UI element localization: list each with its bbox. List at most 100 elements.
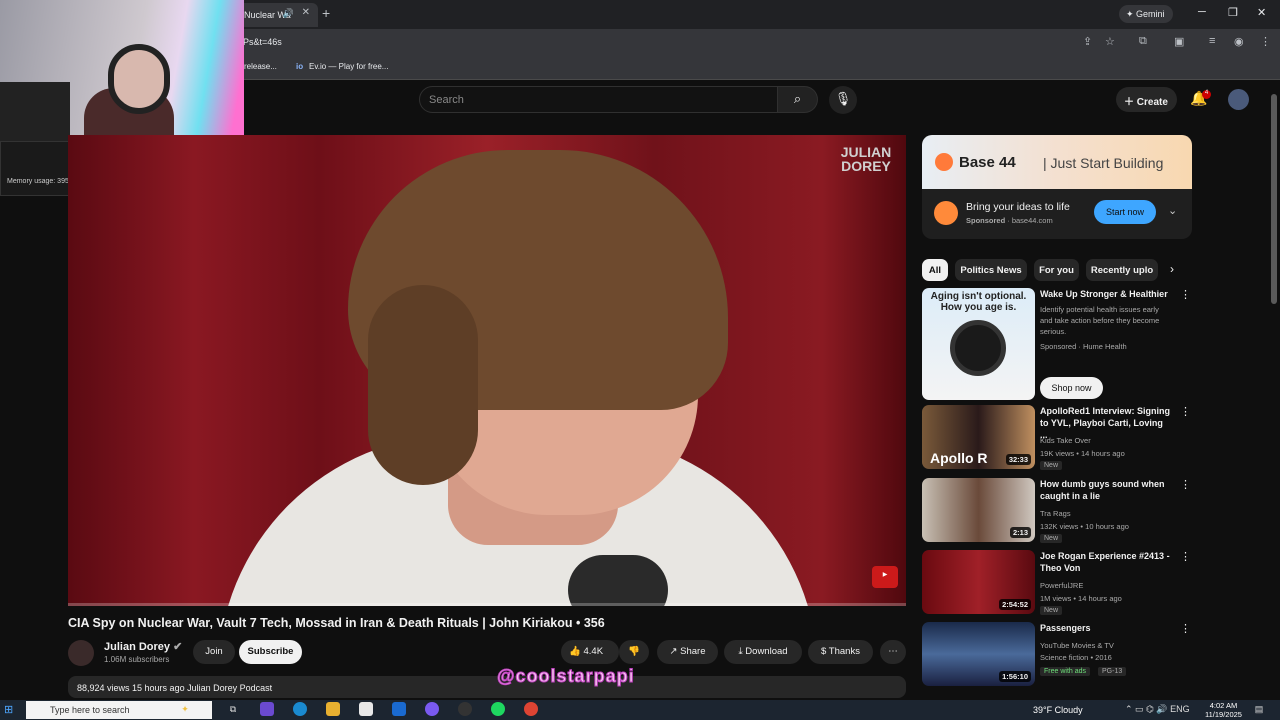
more-actions-icon[interactable]: ⋯	[880, 640, 906, 664]
verified-icon: ✔	[173, 641, 183, 653]
bookmark-item[interactable]: Ev.io — Play for free...	[309, 62, 388, 71]
outlook-icon[interactable]	[392, 702, 406, 716]
rec-thumbnail[interactable]: 2:13	[922, 478, 1035, 542]
video-player[interactable]: JULIAN DOREY ▶	[68, 135, 906, 606]
rec-item[interactable]: Apollo R 32:33 ApolloRed1 Interview: Sig…	[922, 405, 1192, 470]
minimize-icon[interactable]: ─	[1198, 6, 1206, 18]
shop-now-button[interactable]: Shop now	[1040, 377, 1103, 399]
like-button[interactable]: 👍 4.4K	[561, 640, 619, 664]
chip-recently-uploaded[interactable]: Recently uplo	[1086, 259, 1158, 281]
rec-more-icon[interactable]: ⋮	[1180, 405, 1191, 418]
chip-all[interactable]: All	[922, 259, 948, 281]
create-label: Create	[1136, 97, 1168, 108]
gemini-button[interactable]: ✦ Gemini	[1119, 5, 1173, 23]
new-badge: New	[1040, 534, 1063, 543]
obs-icon[interactable]	[458, 702, 472, 716]
channel-name-text: Julian Dorey	[104, 641, 171, 653]
notifications-icon[interactable]: ▤	[1252, 702, 1266, 716]
rec-title[interactable]: Joe Rogan Experience #2413 - Theo Von	[1040, 550, 1170, 574]
bookmark-star-icon[interactable]: ☆	[1105, 35, 1115, 48]
video-progress-bar[interactable]	[68, 603, 906, 606]
new-tab-button[interactable]: +	[322, 5, 330, 21]
rec-thumbnail[interactable]: Aging isn't optional. How you age is.	[922, 288, 1035, 400]
rec-item[interactable]: 2:13 How dumb guys sound when caught in …	[922, 478, 1192, 543]
rec-channel[interactable]: Kids Take Over	[1040, 435, 1091, 446]
rec-channel[interactable]: PowerfulJRE	[1040, 580, 1083, 591]
rec-meta: Science fiction • 2016	[1040, 653, 1112, 662]
rec-title[interactable]: Wake Up Stronger & Healthier	[1040, 288, 1170, 300]
create-button[interactable]: ＋ Create	[1116, 87, 1177, 112]
system-tray-icons[interactable]: ⌃ ▭ ⌬ 🔊 ENG	[1125, 704, 1190, 715]
ad-headline[interactable]: Bring your ideas to life	[966, 201, 1070, 213]
rec-more-icon[interactable]: ⋮	[1180, 478, 1191, 491]
download-button[interactable]: ⤓ Download	[724, 640, 802, 664]
thanks-button[interactable]: $ Thanks	[808, 640, 873, 664]
split-view-icon[interactable]: ▣	[1174, 35, 1184, 48]
file-explorer-icon[interactable]	[326, 702, 340, 716]
ad-card[interactable]: Base 44 | Just Start Building Bring your…	[922, 135, 1192, 239]
url-field[interactable]: Ps&t=46s	[243, 37, 282, 47]
cam-background-object	[0, 82, 70, 141]
chrome-icon[interactable]	[524, 702, 538, 716]
windows-start-icon[interactable]: ⊞	[4, 703, 13, 716]
chevron-right-icon[interactable]: ›	[1170, 262, 1174, 276]
rec-channel[interactable]: Tra Rags	[1040, 508, 1071, 519]
chevron-down-icon[interactable]: ⌄	[1168, 204, 1177, 217]
account-avatar[interactable]	[1228, 89, 1249, 110]
rec-more-icon[interactable]: ⋮	[1180, 622, 1191, 635]
weather-widget[interactable]: 39°F Cloudy	[1033, 705, 1083, 715]
dislike-button[interactable]: 👎	[619, 640, 649, 664]
like-count: 4.4K	[583, 646, 604, 657]
rec-thumbnail[interactable]: Apollo R 32:33	[922, 405, 1035, 469]
discord-icon[interactable]	[425, 702, 439, 716]
ad-cta-button[interactable]: Start now	[1094, 200, 1156, 224]
taskbar-clock[interactable]: 4:02 AM 11/19/2025	[1205, 701, 1242, 719]
share-button[interactable]: ↗ Share	[657, 640, 718, 664]
chip-politics-news[interactable]: Politics News	[955, 259, 1027, 281]
subscribe-watermark-icon[interactable]: ▶	[872, 566, 898, 588]
rec-thumbnail[interactable]: 1:56:10	[922, 622, 1035, 686]
edge-icon[interactable]	[293, 702, 307, 716]
task-view-icon[interactable]: ⧉	[226, 702, 240, 716]
rec-more-icon[interactable]: ⋮	[1180, 550, 1191, 563]
copilot-icon[interactable]	[260, 702, 274, 716]
rec-more-icon[interactable]: ⋮	[1180, 288, 1191, 301]
speaker-icon[interactable]: 🔊	[283, 8, 294, 19]
close-tab-icon[interactable]: ✕	[302, 7, 310, 18]
spotify-icon[interactable]	[491, 702, 505, 716]
subscribe-button[interactable]: Subscribe	[239, 640, 302, 664]
rec-thumbnail[interactable]: 2:54:52	[922, 550, 1035, 614]
search-input[interactable]: Search	[419, 86, 778, 113]
duration-badge: 2:54:52	[999, 599, 1031, 610]
page-scrollbar[interactable]	[1271, 86, 1277, 686]
profile-icon[interactable]: ◉	[1234, 35, 1244, 48]
rec-title[interactable]: Passengers	[1040, 622, 1170, 634]
channel-name[interactable]: Julian Dorey ✔	[104, 640, 182, 653]
thumb-text: Aging isn't optional. How you age is.	[930, 291, 1027, 313]
join-button[interactable]: Join	[193, 640, 235, 664]
tab-search-icon[interactable]: ≡	[1209, 35, 1215, 47]
sponsored-rec[interactable]: Aging isn't optional. How you age is. Wa…	[922, 288, 1192, 400]
more-menu-icon[interactable]: ⋮	[1260, 35, 1271, 48]
rec-title[interactable]: How dumb guys sound when caught in a lie	[1040, 478, 1170, 502]
rec-item[interactable]: 2:54:52 Joe Rogan Experience #2413 - The…	[922, 550, 1192, 615]
rec-channel[interactable]: YouTube Movies & TV	[1040, 640, 1114, 651]
maximize-icon[interactable]: ❐	[1228, 6, 1238, 19]
extensions-icon[interactable]: ⧉	[1139, 35, 1147, 48]
close-window-icon[interactable]: ✕	[1257, 6, 1266, 19]
bookmark-item[interactable]: release...	[244, 62, 277, 71]
ad-advertiser-icon	[934, 201, 958, 225]
search-icon[interactable]: ⌕	[778, 86, 818, 113]
browser-tab[interactable]: Nuclear Wa 🔊 ✕	[232, 3, 318, 27]
install-icon[interactable]: ⇪	[1083, 35, 1092, 48]
description-box[interactable]: 88,924 views 15 hours ago Julian Dorey P…	[68, 676, 906, 698]
channel-avatar[interactable]	[68, 640, 94, 666]
microphone-icon[interactable]: 🎙	[829, 86, 857, 114]
ad-banner[interactable]: Base 44 | Just Start Building	[922, 135, 1192, 189]
chip-for-you[interactable]: For you	[1034, 259, 1079, 281]
scrollbar-thumb[interactable]	[1271, 94, 1277, 304]
store-icon[interactable]	[359, 702, 373, 716]
thumbs-down-icon: 👎	[628, 646, 640, 657]
rec-item[interactable]: 1:56:10 Passengers YouTube Movies & TV S…	[922, 622, 1192, 686]
streamer-watermark: @coolstarpapi	[497, 666, 635, 687]
